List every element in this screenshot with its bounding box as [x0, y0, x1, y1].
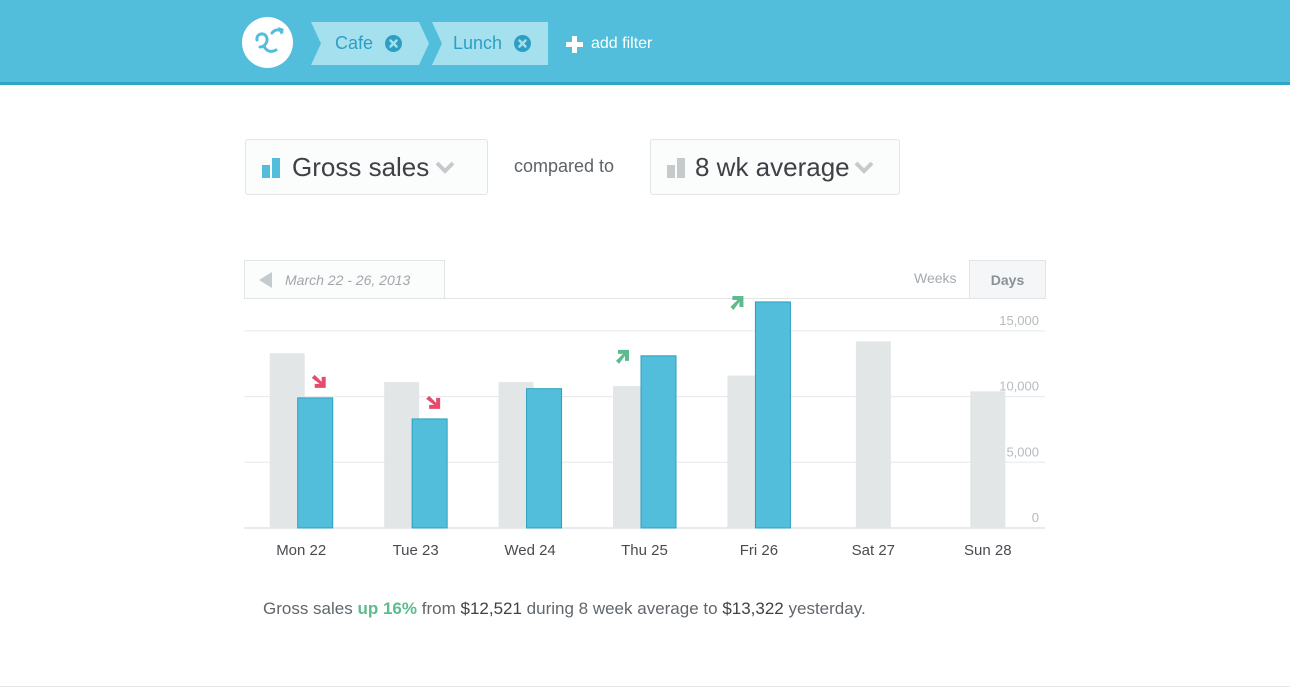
trend-down-arrow-icon [311, 374, 326, 388]
x-tick-label: Sun 28 [964, 542, 1012, 559]
actual-bar [297, 397, 334, 529]
y-tick-label: 0 [1032, 510, 1039, 525]
gross-sales-chart: 05,00010,00015,000Mon 22 Tue 23 Wed 24 Thu … [244, 295, 1045, 559]
x-tick-label: Fri 26 [740, 542, 778, 559]
y-tick-label: 15,000 [999, 313, 1039, 328]
summary-to-value: $13,322 [722, 599, 784, 618]
x-tick-label: Wed 24 [504, 542, 555, 559]
x-tick-label: Sat 27 [852, 542, 895, 559]
trend-up-arrow-icon [616, 349, 629, 364]
x-tick-label: Mon 22 [276, 542, 326, 559]
summary-mid: during 8 week average to [526, 599, 718, 618]
trend-down-arrow-icon [426, 395, 441, 409]
average-bar [855, 341, 891, 528]
actual-bar [526, 388, 563, 529]
summary-from: from [421, 599, 456, 618]
summary-lead: Gross sales [263, 599, 353, 618]
summary-tail: yesterday. [788, 599, 866, 618]
footer-rule [0, 686, 1290, 687]
actual-bar [640, 355, 677, 529]
summary-from-value: $12,521 [460, 599, 522, 618]
trend-up-arrow-icon [730, 295, 744, 310]
actual-bar [411, 418, 448, 529]
x-tick-label: Tue 23 [393, 542, 439, 559]
y-tick-label: 5,000 [1006, 444, 1039, 459]
x-tick-label: Thu 25 [621, 542, 668, 559]
average-bar [970, 391, 1006, 528]
summary-change: up 16% [357, 599, 418, 618]
summary-sentence: Gross sales up 16% from $12,521 during 8… [263, 599, 866, 619]
actual-bar [754, 301, 791, 529]
